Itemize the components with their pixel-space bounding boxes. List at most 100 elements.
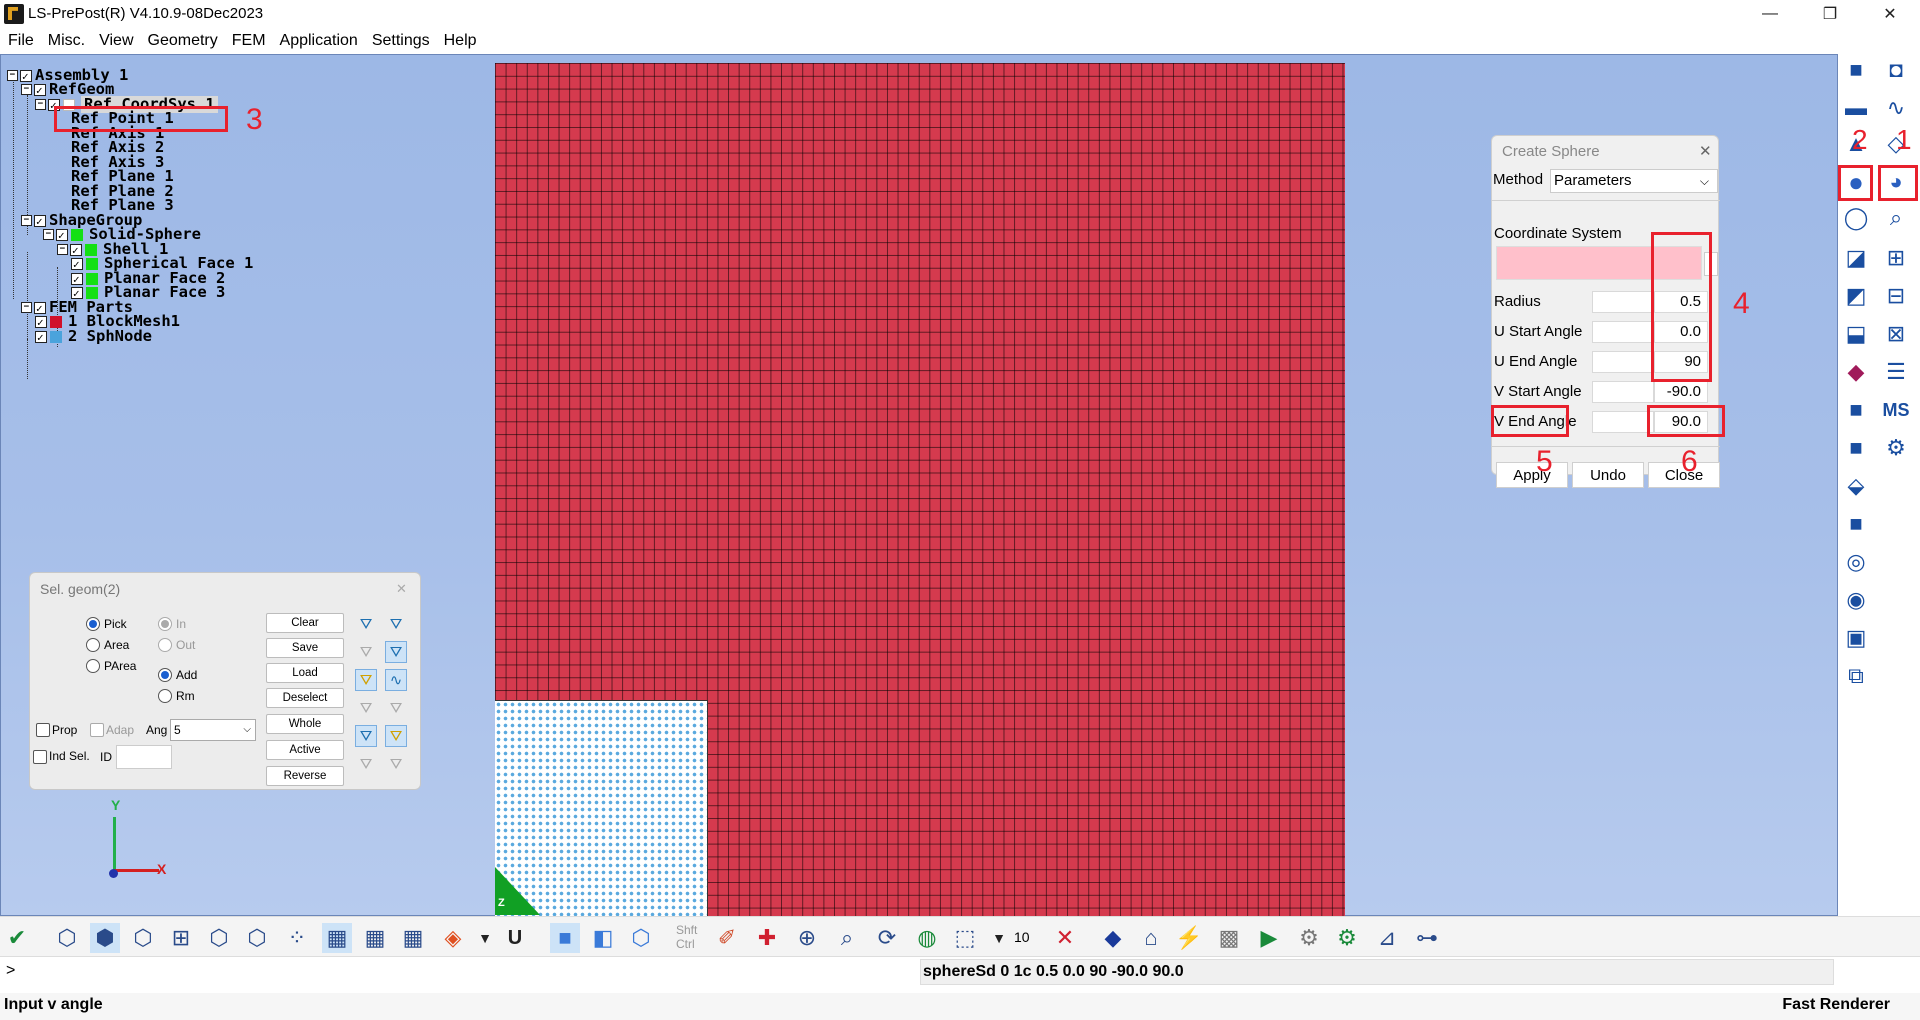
radio-rm[interactable]	[158, 689, 172, 703]
mesh-icon[interactable]: ⊞	[1882, 244, 1910, 272]
filter-gray2-icon[interactable]: ⛛	[385, 697, 407, 719]
tree-checkbox[interactable]	[20, 68, 32, 85]
tree-checkbox[interactable]	[70, 242, 82, 259]
zoom-icon[interactable]: ⊕	[792, 923, 822, 953]
menu-view[interactable]: View	[99, 32, 133, 50]
persp-view-icon[interactable]: ⬡	[626, 923, 656, 953]
iso-view-icon[interactable]: ◧	[588, 923, 618, 953]
tree-checkbox[interactable]	[71, 271, 83, 288]
radio-in[interactable]	[158, 617, 172, 631]
menu-help[interactable]: Help	[444, 32, 477, 50]
cube3-icon[interactable]: ▣	[1842, 624, 1870, 652]
hidden-cube-icon[interactable]: ⬡	[128, 923, 158, 953]
shade-mesh-icon[interactable]: ▦	[322, 923, 352, 953]
tree-checkbox[interactable]	[34, 213, 46, 230]
check-map-icon[interactable]: ✔	[2, 923, 32, 953]
list-icon[interactable]: ☰	[1882, 358, 1910, 386]
model-icon[interactable]: ◆	[1098, 923, 1128, 953]
v-end-aux-field[interactable]	[1592, 411, 1654, 433]
section-icon[interactable]: ⧉	[1842, 662, 1870, 690]
green-gear-icon[interactable]: ⚙	[1332, 923, 1362, 953]
block-icon[interactable]: ■	[1842, 396, 1870, 424]
checkbox-adap[interactable]	[90, 723, 104, 737]
radio-parea[interactable]	[86, 659, 100, 673]
center-icon[interactable]: ✚	[752, 923, 782, 953]
zoom-window-icon[interactable]: ⌕	[832, 923, 862, 953]
shade-mesh3-icon[interactable]: ▦	[398, 923, 428, 953]
lightning-icon[interactable]: ⚡	[1174, 923, 1204, 953]
radius-aux-field[interactable]	[1592, 291, 1654, 313]
settings-gear-icon[interactable]: ⚙	[1294, 923, 1324, 953]
radio-area[interactable]	[86, 638, 100, 652]
v-start-angle-input[interactable]: -90.0	[1654, 381, 1708, 403]
dialog-close-icon[interactable]: ✕	[1699, 142, 1712, 160]
checker-icon[interactable]: ▩	[1214, 923, 1244, 953]
dropdown-arrow-icon[interactable]: ▼	[470, 923, 500, 953]
view-dropdown-icon[interactable]: ▼	[984, 923, 1014, 953]
filter-gray-icon[interactable]: ⛛	[355, 697, 377, 719]
clear-button[interactable]: Clear	[266, 613, 344, 633]
v-start-aux-field[interactable]	[1592, 381, 1654, 403]
method-select[interactable]: Parameters ⌵	[1550, 169, 1718, 193]
grid-icon[interactable]: ⊠	[1882, 320, 1910, 348]
radio-out[interactable]	[158, 638, 172, 652]
torus-icon[interactable]: ◯	[1842, 204, 1870, 232]
cube-icon[interactable]: ■	[1842, 56, 1870, 84]
collapse-toggle[interactable]: −	[21, 84, 32, 95]
radio-add[interactable]	[158, 668, 172, 682]
menu-fem[interactable]: FEM	[232, 32, 266, 50]
u-start-aux-field[interactable]	[1592, 321, 1654, 343]
menu-settings[interactable]: Settings	[372, 32, 430, 50]
chart-icon[interactable]: ⊿	[1372, 923, 1402, 953]
checkbox-ind-sel[interactable]	[33, 750, 47, 764]
apply-button[interactable]: Apply	[1496, 462, 1568, 488]
pick-icon[interactable]: ✐	[712, 923, 742, 953]
filter-icon[interactable]: ⛛	[355, 613, 377, 635]
box-icon[interactable]: ◪	[1842, 244, 1870, 272]
collapse-toggle[interactable]: −	[43, 229, 54, 240]
tree-checkbox[interactable]	[71, 256, 83, 273]
outline-cube-icon[interactable]: ⬡	[242, 923, 272, 953]
filter-pick-icon[interactable]: ⛛	[385, 725, 407, 747]
filter-curve-icon[interactable]: ∿	[385, 669, 407, 691]
home-icon[interactable]: ⌂	[1136, 923, 1166, 953]
reverse-button[interactable]: Reverse	[266, 766, 344, 786]
close-window-button[interactable]: ✕	[1860, 0, 1920, 28]
save-button[interactable]: Save	[266, 638, 344, 658]
id-input[interactable]	[116, 745, 172, 769]
shade-mesh2-icon[interactable]: ▦	[360, 923, 390, 953]
node-cube-icon[interactable]: ⁘	[282, 923, 312, 953]
restore-button[interactable]: ❐	[1800, 0, 1860, 28]
shaded-cube-icon[interactable]: ⬢	[90, 923, 120, 953]
ang-select[interactable]: 5 ⌵	[170, 719, 256, 741]
command-input[interactable]	[20, 959, 910, 985]
curve-icon[interactable]: ∿	[1882, 94, 1910, 122]
undo-button[interactable]: Undo	[1572, 462, 1644, 488]
point-box-icon[interactable]: ◘	[1882, 56, 1910, 84]
filter-gray4-icon[interactable]: ⛛	[385, 753, 407, 775]
collapse-toggle[interactable]: −	[57, 244, 68, 255]
collapse-toggle[interactable]: −	[21, 302, 32, 313]
menu-file[interactable]: File	[8, 32, 34, 50]
part-icon[interactable]: ◆	[1842, 358, 1870, 386]
globe-icon[interactable]: ◍	[912, 923, 942, 953]
collapse-toggle[interactable]: −	[35, 99, 46, 110]
filter-select-icon[interactable]: ⛛	[355, 725, 377, 747]
tree-checkbox[interactable]	[56, 227, 68, 244]
menu-misc[interactable]: Misc.	[48, 32, 85, 50]
mesh2-icon[interactable]: ⊟	[1882, 282, 1910, 310]
transform-icon[interactable]: ⬓	[1842, 320, 1870, 348]
cylinder-icon[interactable]: ▬	[1842, 94, 1870, 122]
box2-icon[interactable]: ◩	[1842, 282, 1870, 310]
axis-icon[interactable]: ✕	[1050, 923, 1080, 953]
tree-checkbox[interactable]	[34, 300, 46, 317]
tree-item-sphnode[interactable]: 2 SphNode	[35, 328, 152, 346]
ms-icon[interactable]: MS	[1882, 396, 1910, 424]
sel-geom-close-icon[interactable]: ✕	[396, 581, 407, 597]
wireframe-cube-icon[interactable]: ⬡	[52, 923, 82, 953]
menu-geometry[interactable]: Geometry	[148, 32, 218, 50]
checkbox-prop[interactable]	[36, 723, 50, 737]
filter-disabled-icon[interactable]: ⛛	[355, 641, 377, 663]
shape-icon[interactable]: ⬙	[1842, 472, 1870, 500]
filter-gray3-icon[interactable]: ⛛	[355, 753, 377, 775]
